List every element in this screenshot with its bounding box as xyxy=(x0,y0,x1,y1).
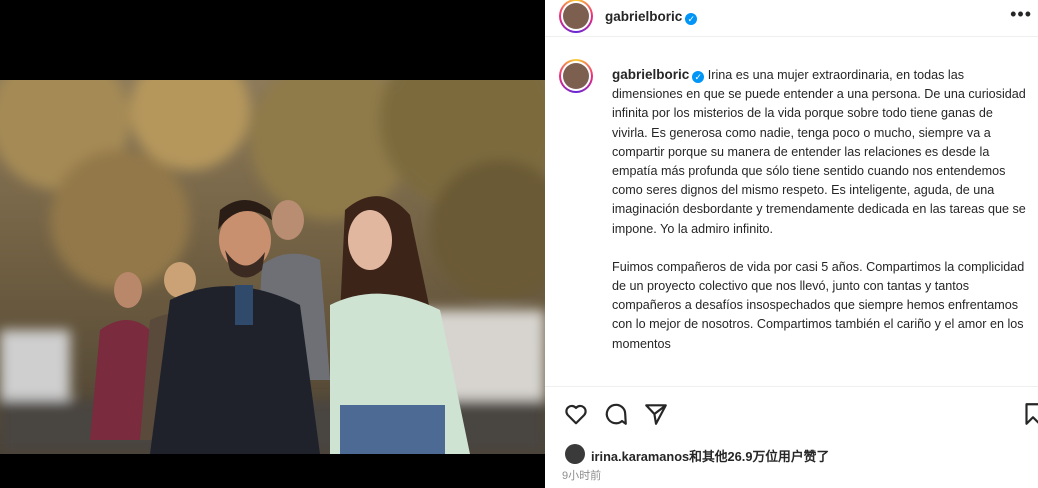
likes-summary[interactable]: irina.karamanos和其他26.9万位用户赞了 xyxy=(565,444,1035,464)
caption-paragraph-2: Fuimos compañeros de vida por casi 5 año… xyxy=(612,259,1025,351)
action-bar xyxy=(545,386,1038,437)
caption-avatar[interactable] xyxy=(559,59,593,93)
heart-icon[interactable] xyxy=(563,401,589,427)
likes-text[interactable]: irina.karamanos和其他26.9万位用户赞了 xyxy=(591,446,829,465)
verified-badge-icon: ✓ xyxy=(685,13,698,25)
verified-badge-icon: ✓ xyxy=(692,71,705,83)
caption-body-1: Irina es una mujer extraordinaria, en to… xyxy=(612,68,1026,236)
post-header: gabrielboric ✓ ••• xyxy=(545,0,1038,37)
header-username[interactable]: gabrielboric xyxy=(605,9,682,24)
post-media xyxy=(0,0,545,488)
comment-icon[interactable] xyxy=(603,401,629,427)
caption-area: gabrielboric ✓ Irina es una mujer extraor… xyxy=(545,37,1038,385)
header-author: gabrielboric ✓ xyxy=(605,8,698,26)
liker-avatar[interactable] xyxy=(565,444,585,464)
post-photo[interactable] xyxy=(0,80,545,454)
post-timestamp[interactable]: 9小时前 xyxy=(562,467,601,483)
caption-paragraph-1: gabrielboric ✓ Irina es una mujer extraor… xyxy=(612,65,1032,239)
caption-text: gabrielboric ✓ Irina es una mujer extraor… xyxy=(612,65,1032,373)
bookmark-icon[interactable] xyxy=(1020,401,1038,427)
more-options-icon[interactable]: ••• xyxy=(1010,4,1032,25)
send-icon[interactable] xyxy=(643,401,669,427)
caption-username[interactable]: gabrielboric xyxy=(612,67,689,82)
post-panel: gabrielboric ✓ ••• gabrielboric ✓ Irina es… xyxy=(545,0,1038,488)
author-avatar[interactable] xyxy=(559,0,593,33)
